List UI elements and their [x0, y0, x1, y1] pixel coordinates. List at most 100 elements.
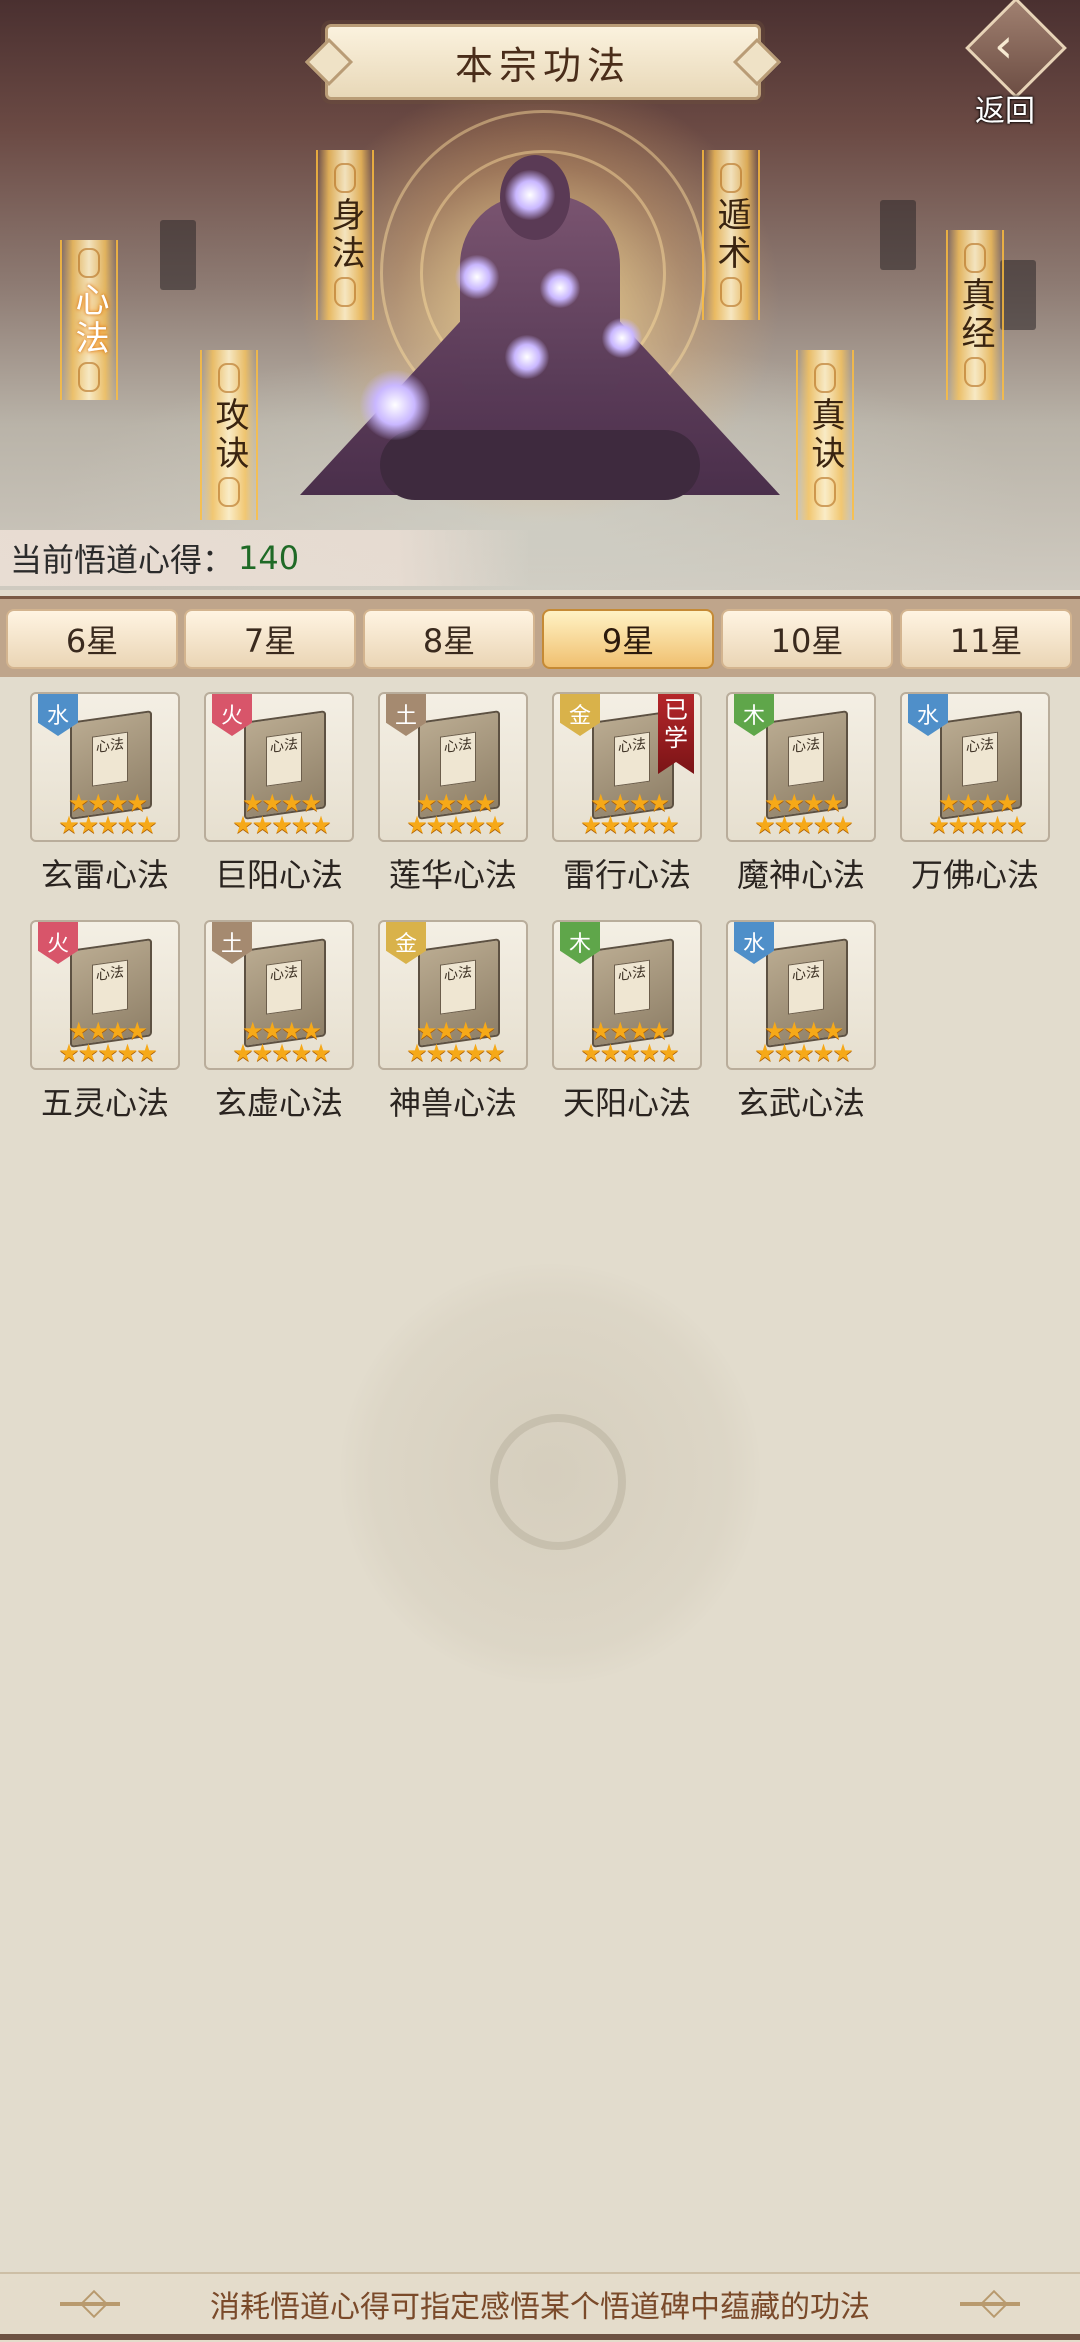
star-rating: ★★★★ ★★★★★ — [732, 791, 874, 839]
back-button[interactable]: ‹ 返回 — [960, 0, 1070, 129]
technique-item[interactable]: 心法土 ★★★★ ★★★★★ 莲华心法 — [368, 674, 538, 894]
technique-item[interactable]: 心法火 ★★★★ ★★★★★ 五灵心法 — [20, 902, 190, 1122]
technique-item[interactable]: 心法金已学 ★★★★ ★★★★★ 雷行心法 — [542, 674, 712, 894]
tab-6-star[interactable]: 6星 — [6, 609, 178, 669]
technique-name: 玄武心法 — [736, 1084, 865, 1122]
technique-card: 心法水 ★★★★ ★★★★★ — [726, 920, 876, 1070]
tab-10-star[interactable]: 10星 — [721, 609, 893, 669]
page-title: 本宗功法 — [454, 43, 631, 88]
technique-name: 神兽心法 — [388, 1084, 517, 1122]
talisman-ornament-icon — [964, 243, 986, 273]
talisman-ornament-icon — [218, 363, 240, 393]
star-tab-bar: 6星 7星 8星 9星 10星 11星 — [0, 596, 1080, 677]
talisman-ornament-icon — [814, 363, 836, 393]
technique-item[interactable]: 心法火 ★★★★ ★★★★★ 巨阳心法 — [194, 674, 364, 894]
talisman-xinfa[interactable]: 心法 — [60, 240, 118, 400]
technique-item[interactable]: 心法水 ★★★★ ★★★★★ 玄武心法 — [716, 902, 886, 1122]
meditating-figure-legs — [380, 430, 700, 500]
technique-item[interactable]: 心法木 ★★★★ ★★★★★ 魔神心法 — [716, 674, 886, 894]
technique-card: 心法金已学 ★★★★ ★★★★★ — [552, 692, 702, 842]
technique-name: 天阳心法 — [562, 1084, 691, 1122]
talisman-ornament-icon — [334, 277, 356, 307]
talisman-label: 遁术 — [711, 197, 751, 273]
tab-9-star[interactable]: 9星 — [542, 609, 714, 669]
background-pillar — [160, 220, 196, 290]
talisman-zhenjing[interactable]: 真经 — [946, 230, 1004, 400]
star-rating: ★★★★ ★★★★★ — [558, 791, 700, 839]
talisman-ornament-icon — [334, 163, 356, 193]
talisman-dunshu[interactable]: 遁术 — [702, 150, 760, 320]
star-rating: ★★★★ ★★★★★ — [210, 791, 352, 839]
technique-name: 魔神心法 — [736, 856, 865, 894]
technique-card: 心法土 ★★★★ ★★★★★ — [204, 920, 354, 1070]
technique-card: 心法金 ★★★★ ★★★★★ — [378, 920, 528, 1070]
technique-item[interactable]: 心法水 ★★★★ ★★★★★ 玄雷心法 — [20, 674, 190, 894]
talisman-ornament-icon — [218, 477, 240, 507]
tab-8-star[interactable]: 8星 — [363, 609, 535, 669]
technique-name: 莲华心法 — [388, 856, 517, 894]
book-cover-label: 心法 — [92, 731, 128, 787]
star-rating: ★★★★ ★★★★★ — [36, 791, 178, 839]
star-row: ★★★★★ — [580, 811, 680, 839]
technique-item[interactable]: 心法水 ★★★★ ★★★★★ 万佛心法 — [890, 674, 1060, 894]
technique-item[interactable]: 心法土 ★★★★ ★★★★★ 玄虚心法 — [194, 902, 364, 1122]
talisman-label: 真诀 — [805, 397, 845, 473]
chakra-orb — [505, 335, 549, 379]
talisman-gongjue[interactable]: 攻诀 — [200, 350, 258, 520]
technique-card: 心法木 ★★★★ ★★★★★ — [726, 692, 876, 842]
technique-item[interactable]: 心法木 ★★★★ ★★★★★ 天阳心法 — [542, 902, 712, 1122]
insight-value: 140 — [238, 539, 300, 577]
star-row: ★★★★★ — [232, 811, 332, 839]
technique-name: 玄虚心法 — [214, 1084, 343, 1122]
technique-name: 雷行心法 — [562, 856, 691, 894]
technique-card: 心法土 ★★★★ ★★★★★ — [378, 692, 528, 842]
star-rating: ★★★★ ★★★★★ — [558, 1019, 700, 1067]
insight-points-bar: 当前悟道心得： 140 — [0, 530, 530, 586]
star-row: ★★★★★ — [232, 1039, 332, 1067]
technique-grid: 心法水 ★★★★ ★★★★★ 玄雷心法 心法火 ★★★★ ★★★★★ 巨阳心法 心法土 ★★★★ ★… — [0, 674, 1080, 2274]
right-ornament-icon — [960, 2302, 1020, 2306]
yin-yang-icon — [490, 1414, 626, 1550]
star-row: ★★★★★ — [58, 811, 158, 839]
star-row: ★★★★★ — [580, 1039, 680, 1067]
star-row: ★★★★★ — [754, 811, 854, 839]
chakra-orb — [540, 268, 580, 308]
technique-name: 五灵心法 — [40, 1084, 169, 1122]
talisman-label: 攻诀 — [209, 397, 249, 473]
book-cover-label: 心法 — [440, 731, 476, 787]
book-cover-label: 心法 — [266, 959, 302, 1015]
technique-name: 玄雷心法 — [40, 856, 169, 894]
technique-card: 心法木 ★★★★ ★★★★★ — [552, 920, 702, 1070]
bottom-border — [0, 2334, 1080, 2340]
technique-card: 心法水 ★★★★ ★★★★★ — [30, 692, 180, 842]
technique-card: 心法水 ★★★★ ★★★★★ — [900, 692, 1050, 842]
page-title-plate: 本宗功法 — [325, 24, 761, 100]
chakra-orb — [360, 370, 430, 440]
star-rating: ★★★★ ★★★★★ — [384, 791, 526, 839]
chakra-orb — [455, 255, 499, 299]
back-label: 返回 — [975, 94, 1035, 129]
cultivation-scene: 心法 攻诀 身法 遁术 真诀 真经 本宗功法 ‹ 返回 当前悟道心得： 140 — [0, 0, 1080, 590]
star-rating: ★★★★ ★★★★★ — [210, 1019, 352, 1067]
technique-card: 心法火 ★★★★ ★★★★★ — [30, 920, 180, 1070]
star-row: ★★★★★ — [754, 1039, 854, 1067]
talisman-zhenjue[interactable]: 真诀 — [796, 350, 854, 520]
talisman-ornament-icon — [78, 362, 100, 392]
book-cover-label: 心法 — [788, 959, 824, 1015]
tab-7-star[interactable]: 7星 — [184, 609, 356, 669]
chakra-orb — [602, 318, 642, 358]
talisman-shenfa[interactable]: 身法 — [316, 150, 374, 320]
background-pillar — [880, 200, 916, 270]
book-cover-label: 心法 — [962, 731, 998, 787]
talisman-label: 心法 — [69, 282, 109, 358]
talisman-ornament-icon — [78, 248, 100, 278]
star-row: ★★★★★ — [406, 811, 506, 839]
background-pillar — [1000, 260, 1036, 330]
learned-ribbon: 已学 — [658, 694, 694, 774]
talisman-ornament-icon — [814, 477, 836, 507]
star-rating: ★★★★ ★★★★★ — [906, 791, 1048, 837]
technique-item[interactable]: 心法金 ★★★★ ★★★★★ 神兽心法 — [368, 902, 538, 1122]
technique-card: 心法火 ★★★★ ★★★★★ — [204, 692, 354, 842]
tab-11-star[interactable]: 11星 — [900, 609, 1072, 669]
star-rating: ★★★★ ★★★★★ — [36, 1019, 178, 1065]
